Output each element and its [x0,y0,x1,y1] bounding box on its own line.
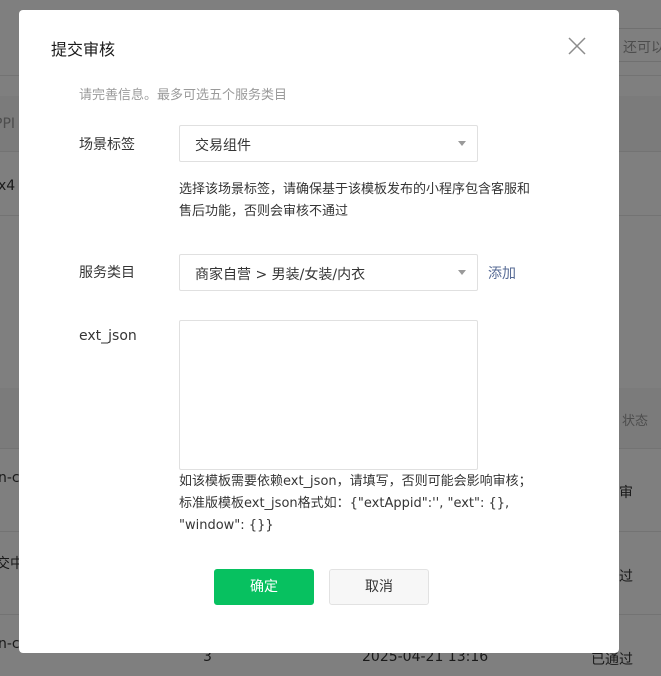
confirm-button[interactable]: 确定 [214,569,314,605]
dialog-title: 提交审核 [51,40,116,59]
chevron-down-icon [458,141,466,146]
service-select[interactable]: 商家自营 > 男装/女装/内衣 [179,254,478,291]
close-button[interactable] [566,35,588,57]
add-service-link[interactable]: 添加 [488,263,516,283]
submit-review-dialog: 提交审核 请完善信息。最多可选五个服务类目 场景标签 交易组件 选择该场景标签，… [19,10,619,653]
service-label: 服务类目 [79,265,135,281]
ext-json-textarea[interactable] [179,320,478,470]
form-hint: 请完善信息。最多可选五个服务类目 [79,88,288,103]
chevron-down-icon [458,270,466,275]
ext-json-label: ext_json [79,328,137,344]
scene-label: 场景标签 [79,137,135,153]
ext-json-description: 如该模板需要依赖ext_json，请填写，否则可能会影响审核；标准版模板ext_… [179,474,532,533]
close-icon [568,37,586,55]
service-select-value: 商家自营 > 男装/女装/内衣 [195,267,366,283]
scene-description: 选择该场景标签，请确保基于该模板发布的小程序包含客服和售后功能，否则会审核不通过 [179,182,531,219]
cancel-button[interactable]: 取消 [329,569,429,605]
scene-select-value: 交易组件 [195,138,251,154]
scene-select[interactable]: 交易组件 [179,125,478,162]
